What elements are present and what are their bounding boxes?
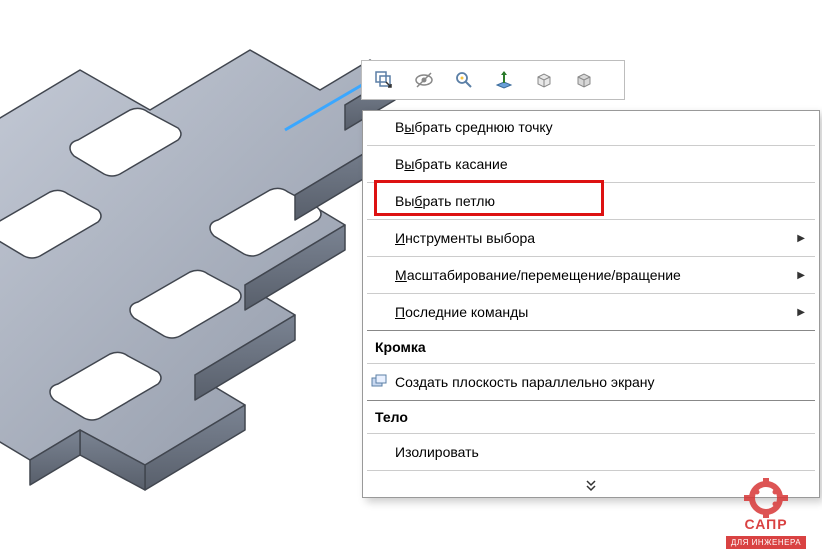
menu-separator xyxy=(367,400,815,401)
menu-separator xyxy=(367,182,815,183)
menu-separator xyxy=(367,219,815,220)
menu-label: Выбрать касание xyxy=(395,156,508,172)
menu-select-midpoint[interactable]: Выбрать среднюю точку xyxy=(363,111,819,143)
submenu-arrow-icon: ▶ xyxy=(797,270,805,281)
menu-create-plane-parallel[interactable]: Создать плоскость параллельно экрану xyxy=(363,366,819,398)
menu-recent-commands[interactable]: Последние команды ▶ xyxy=(363,296,819,328)
menu-section-body: Тело xyxy=(363,403,819,431)
menu-label: Создать плоскость параллельно экрану xyxy=(395,374,655,390)
hide-show-icon[interactable] xyxy=(408,64,440,96)
select-other-icon[interactable] xyxy=(368,64,400,96)
menu-separator xyxy=(367,470,815,471)
scene-icon[interactable] xyxy=(568,64,600,96)
menu-expand-button[interactable] xyxy=(363,473,819,497)
appearance-icon[interactable] xyxy=(528,64,560,96)
context-menu: Выбрать среднюю точку Выбрать касание Вы… xyxy=(362,110,820,498)
menu-label: Последние команды xyxy=(395,304,528,320)
menu-select-loop[interactable]: Выбрать петлю xyxy=(363,185,819,217)
zoom-to-fit-icon[interactable] xyxy=(448,64,480,96)
menu-select-tangency[interactable]: Выбрать касание xyxy=(363,148,819,180)
normal-to-icon[interactable] xyxy=(488,64,520,96)
menu-label: Инструменты выбора xyxy=(395,230,535,246)
menu-separator xyxy=(367,330,815,331)
submenu-arrow-icon: ▶ xyxy=(797,307,805,318)
menu-label: Изолировать xyxy=(395,444,479,460)
menu-isolate[interactable]: Изолировать xyxy=(363,436,819,468)
menu-separator xyxy=(367,145,815,146)
menu-section-edge: Кромка xyxy=(363,333,819,361)
chevron-down-double-icon xyxy=(584,478,598,492)
menu-separator xyxy=(367,363,815,364)
context-toolbar xyxy=(361,60,625,100)
menu-label: Масштабирование/перемещение/вращение xyxy=(395,267,681,283)
menu-zoom-pan-rotate[interactable]: Масштабирование/перемещение/вращение ▶ xyxy=(363,259,819,291)
menu-label: Выбрать петлю xyxy=(395,193,495,209)
submenu-arrow-icon: ▶ xyxy=(797,233,805,244)
menu-selection-tools[interactable]: Инструменты выбора ▶ xyxy=(363,222,819,254)
menu-separator xyxy=(367,256,815,257)
menu-separator xyxy=(367,293,815,294)
menu-separator xyxy=(367,433,815,434)
menu-label: Выбрать среднюю точку xyxy=(395,119,553,135)
plane-icon xyxy=(369,372,389,392)
